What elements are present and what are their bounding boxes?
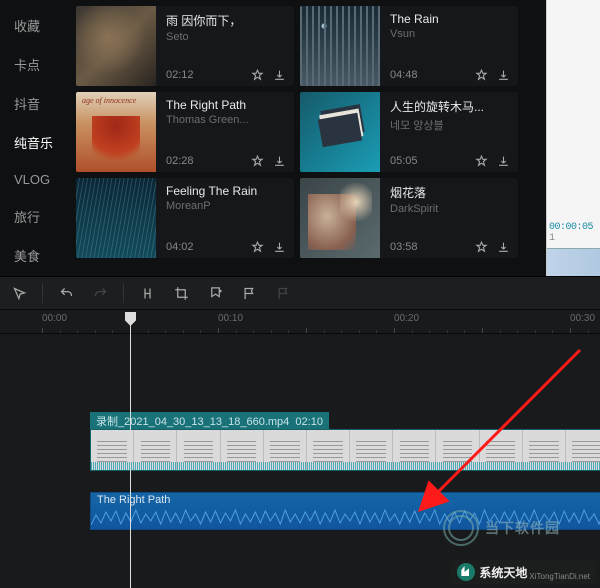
track-duration: 04:48	[390, 69, 418, 81]
track-title: The Rain	[390, 12, 510, 26]
audio-clip[interactable]: The Right Path	[90, 492, 600, 530]
sidebar-item-beat[interactable]: 卡点	[0, 45, 72, 84]
track-duration: 03:58	[390, 241, 418, 253]
track-artist: Thomas Green...	[166, 114, 286, 126]
album-art	[300, 178, 380, 258]
track-artist: 네모 앙상블	[390, 117, 510, 133]
track-title: 人生的旋转木马...	[390, 98, 510, 115]
download-icon[interactable]	[496, 240, 510, 254]
track-artist: DarkSpirit	[390, 203, 510, 215]
ruler-mark: 00:10	[218, 313, 243, 324]
favorite-icon[interactable]	[474, 154, 488, 168]
favorite-icon[interactable]	[250, 154, 264, 168]
track-duration: 04:02	[166, 241, 194, 253]
download-icon[interactable]	[272, 68, 286, 82]
watermark-xitongtiandi: 系统天地 XiTongTianDi.net	[451, 560, 596, 584]
undo-icon[interactable]	[53, 280, 79, 306]
flag-disabled-icon	[270, 280, 296, 306]
favorite-icon[interactable]	[250, 240, 264, 254]
track-duration: 02:28	[166, 155, 194, 167]
cursor-tool-icon[interactable]	[6, 280, 32, 306]
track-card[interactable]: The Right Path Thomas Green... 02:28	[76, 92, 294, 172]
track-duration: 02:12	[166, 69, 194, 81]
track-duration: 05:05	[390, 155, 418, 167]
flag-icon[interactable]	[236, 280, 262, 306]
track-title: The Right Path	[166, 98, 286, 112]
track-artist: Seto	[166, 31, 286, 43]
album-art	[76, 92, 156, 172]
preview-timecode: 00:00:05 1	[549, 222, 600, 244]
preview-panel-edge: 00:00:05 1	[546, 0, 600, 276]
marker-add-icon[interactable]	[202, 280, 228, 306]
sidebar-item-douyin[interactable]: 抖音	[0, 84, 72, 123]
timeline-ruler[interactable]: 00:00 00:10 00:20 00:30	[0, 310, 600, 334]
ruler-mark: 00:30	[570, 313, 595, 324]
timeline[interactable]: 00:00 00:10 00:20 00:30 录制_2021_04_30_13…	[0, 310, 600, 588]
category-sidebar: 收藏 卡点 抖音 纯音乐 VLOG 旅行 美食	[0, 0, 72, 276]
track-card[interactable]: 烟花落 DarkSpirit 03:58	[300, 178, 518, 258]
playhead[interactable]	[130, 312, 131, 588]
crop-icon[interactable]	[168, 280, 194, 306]
download-icon[interactable]	[272, 240, 286, 254]
album-art	[300, 6, 380, 86]
sidebar-item-favorites[interactable]: 收藏	[0, 6, 72, 45]
favorite-icon[interactable]	[250, 68, 264, 82]
sidebar-item-pure-music[interactable]: 纯音乐	[0, 123, 72, 162]
video-clip-label: 录制_2021_04_30_13_13_18_660.mp4 02:10	[90, 412, 329, 430]
track-card[interactable]: 雨 因你而下， Seto 02:12	[76, 6, 294, 86]
audio-clip-label: The Right Path	[91, 493, 600, 507]
redo-icon	[87, 280, 113, 306]
sidebar-item-vlog[interactable]: VLOG	[0, 162, 72, 197]
album-art	[300, 92, 380, 172]
ruler-mark: 00:20	[394, 313, 419, 324]
audio-waveform	[91, 507, 600, 527]
track-title: 雨 因你而下，	[166, 12, 286, 29]
track-artist: Vsun	[390, 28, 510, 40]
album-art	[76, 6, 156, 86]
sidebar-item-food[interactable]: 美食	[0, 236, 72, 275]
track-title: Feeling The Rain	[166, 184, 286, 198]
track-grid: 雨 因你而下， Seto 02:12 The Rain Vsun 04:48	[72, 0, 546, 276]
track-card[interactable]: The Rain Vsun 04:48	[300, 6, 518, 86]
track-card[interactable]: 人生的旋转木马... 네모 앙상블 05:05	[300, 92, 518, 172]
download-icon[interactable]	[496, 68, 510, 82]
sidebar-item-travel[interactable]: 旅行	[0, 197, 72, 236]
music-library-panel: 收藏 卡点 抖音 纯音乐 VLOG 旅行 美食 雨 因你而下， Seto 02:…	[0, 0, 600, 276]
timeline-toolbar	[0, 276, 600, 310]
download-icon[interactable]	[272, 154, 286, 168]
split-icon[interactable]	[134, 280, 160, 306]
track-title: 烟花落	[390, 184, 510, 201]
ruler-mark: 00:00	[42, 313, 67, 324]
album-art	[76, 178, 156, 258]
track-card[interactable]: Feeling The Rain MoreanP 04:02	[76, 178, 294, 258]
favorite-icon[interactable]	[474, 240, 488, 254]
download-icon[interactable]	[496, 154, 510, 168]
favorite-icon[interactable]	[474, 68, 488, 82]
track-artist: MoreanP	[166, 200, 286, 212]
video-clip[interactable]	[90, 429, 600, 471]
